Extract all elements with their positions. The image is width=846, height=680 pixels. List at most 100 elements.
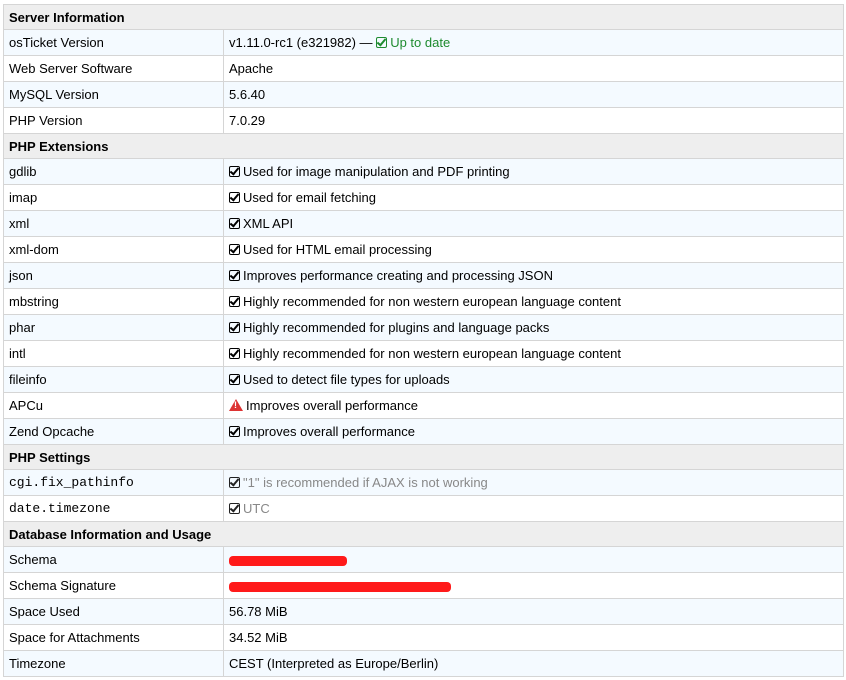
row-value: Highly recommended for non western europ…: [223, 340, 844, 367]
row-value: v1.11.0-rc1 (e321982) — Up to date: [223, 29, 844, 56]
row-value: [223, 546, 844, 573]
row-value: Used for image manipulation and PDF prin…: [223, 158, 844, 185]
warning-icon: [229, 399, 243, 411]
up-to-date-status: Up to date: [376, 35, 450, 50]
check-icon: [229, 270, 240, 281]
check-icon: [229, 192, 240, 203]
row-description: Improves overall performance: [243, 424, 415, 439]
row-label: xml-dom: [3, 236, 224, 263]
section-title: Database Information and Usage: [3, 521, 844, 547]
table-row: osTicket Version v1.11.0-rc1 (e321982) —…: [3, 29, 844, 56]
table-row: mbstring Highly recommended for non west…: [3, 288, 844, 315]
table-row: cgi.fix_pathinfo "1" is recommended if A…: [3, 469, 844, 496]
row-value: [223, 572, 844, 599]
row-label: date.timezone: [3, 495, 224, 522]
row-label: Schema: [3, 546, 224, 573]
row-label: json: [3, 262, 224, 289]
row-label: PHP Version: [3, 107, 224, 134]
table-row: MySQL Version 5.6.40: [3, 81, 844, 108]
table-row: PHP Version 7.0.29: [3, 107, 844, 134]
section-header-database: Database Information and Usage: [3, 521, 844, 547]
table-row: gdlib Used for image manipulation and PD…: [3, 158, 844, 185]
table-row: Timezone CEST (Interpreted as Europe/Ber…: [3, 650, 844, 677]
section-title: PHP Extensions: [3, 133, 844, 159]
row-value: Highly recommended for non western europ…: [223, 288, 844, 315]
row-value: Used for email fetching: [223, 184, 844, 211]
table-row: Space Used 56.78 MiB: [3, 598, 844, 625]
row-label: cgi.fix_pathinfo: [3, 469, 224, 496]
row-label: intl: [3, 340, 224, 367]
row-value: CEST (Interpreted as Europe/Berlin): [223, 650, 844, 677]
section-header-server: Server Information: [3, 4, 844, 30]
redaction-mark: [229, 555, 347, 566]
row-description: XML API: [243, 216, 294, 231]
row-value: XML API: [223, 210, 844, 237]
row-label: imap: [3, 184, 224, 211]
row-description: "1" is recommended if AJAX is not workin…: [243, 475, 488, 490]
table-row: Web Server Software Apache: [3, 55, 844, 82]
check-icon: [229, 218, 240, 229]
table-row: Space for Attachments 34.52 MiB: [3, 624, 844, 651]
table-row: json Improves performance creating and p…: [3, 262, 844, 289]
row-label: xml: [3, 210, 224, 237]
system-info-table: Server Information osTicket Version v1.1…: [3, 4, 844, 677]
row-description: Highly recommended for non western europ…: [243, 346, 621, 361]
status-text: Up to date: [390, 35, 451, 50]
row-label: phar: [3, 314, 224, 341]
row-value: 56.78 MiB: [223, 598, 844, 625]
version-text: v1.11.0-rc1 (e321982) —: [229, 35, 373, 50]
row-label: MySQL Version: [3, 81, 224, 108]
row-value: Used to detect file types for uploads: [223, 366, 844, 393]
row-description: Used to detect file types for uploads: [243, 372, 450, 387]
check-icon: [229, 426, 240, 437]
row-value: 7.0.29: [223, 107, 844, 134]
table-row: date.timezone UTC: [3, 495, 844, 522]
row-label: APCu: [3, 392, 224, 419]
check-icon: [229, 296, 240, 307]
table-row: xml-dom Used for HTML email processing: [3, 236, 844, 263]
row-description: UTC: [243, 501, 270, 516]
redaction-mark: [229, 581, 451, 592]
row-label: Zend Opcache: [3, 418, 224, 445]
row-label: gdlib: [3, 158, 224, 185]
section-title: PHP Settings: [3, 444, 844, 470]
system-information-panel: Server Information osTicket Version v1.1…: [3, 4, 844, 677]
table-row: APCu Improves overall performance: [3, 392, 844, 419]
row-value: Used for HTML email processing: [223, 236, 844, 263]
row-value: 34.52 MiB: [223, 624, 844, 651]
row-value: Improves performance creating and proces…: [223, 262, 844, 289]
row-label: osTicket Version: [3, 29, 224, 56]
check-icon: [229, 166, 240, 177]
row-label: fileinfo: [3, 366, 224, 393]
check-icon: [229, 503, 240, 514]
row-description: Highly recommended for plugins and langu…: [243, 320, 550, 335]
row-description: Used for image manipulation and PDF prin…: [243, 164, 510, 179]
row-label: Timezone: [3, 650, 224, 677]
table-row: phar Highly recommended for plugins and …: [3, 314, 844, 341]
check-icon: [376, 37, 388, 48]
check-icon: [229, 348, 240, 359]
table-row: Schema Signature: [3, 572, 844, 599]
row-value: "1" is recommended if AJAX is not workin…: [223, 469, 844, 496]
row-value: 5.6.40: [223, 81, 844, 108]
table-row: Zend Opcache Improves overall performanc…: [3, 418, 844, 445]
section-title: Server Information: [3, 4, 844, 30]
section-header-extensions: PHP Extensions: [3, 133, 844, 159]
row-label: Space for Attachments: [3, 624, 224, 651]
row-description: Used for email fetching: [243, 190, 376, 205]
table-row: xml XML API: [3, 210, 844, 237]
row-description: Improves overall performance: [246, 398, 418, 413]
check-icon: [229, 322, 240, 333]
row-label: mbstring: [3, 288, 224, 315]
table-row: imap Used for email fetching: [3, 184, 844, 211]
table-row: intl Highly recommended for non western …: [3, 340, 844, 367]
row-value: Highly recommended for plugins and langu…: [223, 314, 844, 341]
table-row: fileinfo Used to detect file types for u…: [3, 366, 844, 393]
row-value: Improves overall performance: [223, 392, 844, 419]
check-icon: [229, 244, 240, 255]
table-row: Schema: [3, 546, 844, 573]
row-label: Space Used: [3, 598, 224, 625]
row-description: Improves performance creating and proces…: [243, 268, 553, 283]
check-icon: [229, 477, 240, 488]
row-value: UTC: [223, 495, 844, 522]
